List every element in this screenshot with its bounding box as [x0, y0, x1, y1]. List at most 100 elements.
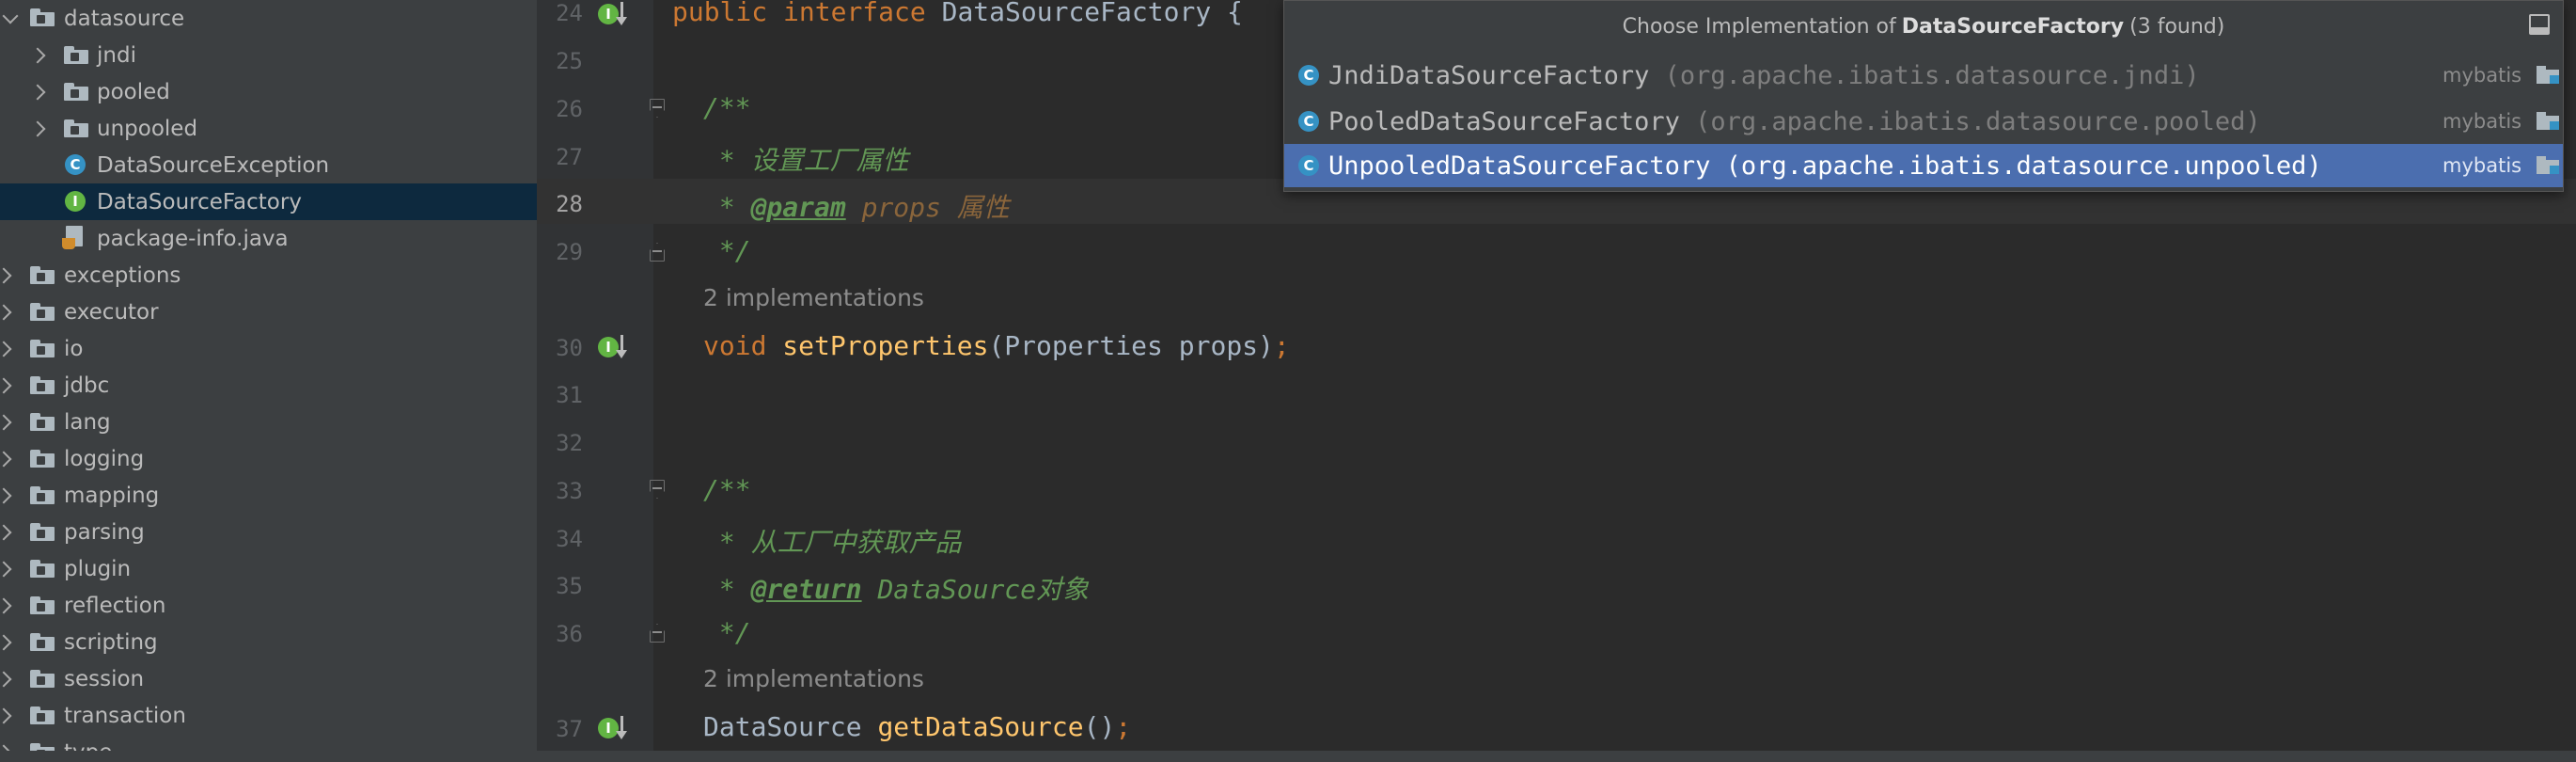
- tree-item-session[interactable]: session: [0, 660, 537, 697]
- tree-item-package-info[interactable]: package-info.java: [0, 220, 537, 257]
- chevron-right-icon[interactable]: [0, 304, 12, 321]
- module-name: mybatis: [2442, 64, 2522, 87]
- implementation-package: (org.apache.ibatis.datasource.pooled): [1695, 106, 2261, 136]
- tree-item-lang[interactable]: lang: [0, 404, 537, 440]
- method-args: (Properties props): [988, 330, 1274, 361]
- implementation-package: (org.apache.ibatis.datasource.jndi): [1664, 60, 2200, 90]
- class-icon: C: [1298, 155, 1319, 176]
- folder-icon: [30, 450, 55, 468]
- tree-item-logging[interactable]: logging: [0, 440, 537, 477]
- line-number: 37: [556, 716, 583, 742]
- implemented-icon[interactable]: I: [598, 333, 630, 363]
- chevron-right-icon[interactable]: [0, 597, 12, 614]
- tree-item-label: lang: [64, 409, 111, 435]
- tree-item-datasource[interactable]: datasource: [0, 0, 537, 37]
- popup-title: Choose Implementation of DataSourceFacto…: [1284, 1, 2563, 52]
- tree-item-io[interactable]: io: [0, 330, 537, 367]
- doc-tag: @param: [750, 192, 846, 223]
- code-line-33: /**: [703, 474, 751, 505]
- tree-item-jndi[interactable]: jndi: [0, 37, 537, 73]
- tree-item-transaction[interactable]: transaction: [0, 697, 537, 734]
- line-number: 26: [556, 96, 583, 122]
- line-number: 31: [556, 382, 583, 408]
- tree-item-parsing[interactable]: parsing: [0, 514, 537, 550]
- folder-icon: [30, 376, 55, 394]
- line-number: 29: [556, 239, 583, 265]
- folder-icon: [30, 8, 55, 26]
- line-number: 34: [556, 526, 583, 552]
- tree-item-label: exceptions: [64, 262, 181, 288]
- chevron-right-icon[interactable]: [0, 341, 12, 357]
- bottom-divider: [0, 751, 2576, 762]
- implementation-item-unpooled[interactable]: C UnpooledDataSourceFactory (org.apache.…: [1284, 144, 2563, 187]
- chevron-right-icon[interactable]: [0, 487, 12, 504]
- semicolon: ;: [1273, 330, 1290, 361]
- line-number: 28: [556, 191, 583, 217]
- doc-text: DataSource对象: [861, 574, 1090, 605]
- implementations-hint[interactable]: 2 implementations: [703, 284, 924, 311]
- implemented-icon[interactable]: I: [598, 714, 630, 744]
- tree-item-pooled[interactable]: pooled: [0, 73, 537, 110]
- line-number: 33: [556, 478, 583, 504]
- doc-star: *: [703, 574, 751, 605]
- tree-item-exceptions[interactable]: exceptions: [0, 257, 537, 294]
- tree-item-label: unpooled: [97, 116, 198, 141]
- tree-item-jdbc[interactable]: jdbc: [0, 367, 537, 404]
- implementation-name: UnpooledDataSourceFactory: [1328, 151, 1711, 181]
- tree-item-label: jdbc: [64, 373, 110, 398]
- chevron-right-icon[interactable]: [0, 451, 12, 468]
- chevron-right-icon[interactable]: [0, 524, 12, 541]
- implementations-hint[interactable]: 2 implementations: [703, 665, 924, 692]
- module-folder-icon: [2537, 156, 2559, 174]
- folder-icon: [30, 340, 55, 357]
- pin-window-icon[interactable]: [2529, 14, 2550, 35]
- tree-item-scripting[interactable]: scripting: [0, 624, 537, 660]
- tree-item-datasourcefactory[interactable]: I DataSourceFactory: [0, 183, 537, 220]
- semicolon: ;: [1115, 711, 1132, 742]
- tree-item-datasourceexception[interactable]: C DataSourceException: [0, 147, 537, 183]
- chevron-right-icon[interactable]: [0, 377, 12, 394]
- folder-icon: [64, 83, 88, 101]
- chevron-right-icon[interactable]: [29, 84, 46, 101]
- tree-item-mapping[interactable]: mapping: [0, 477, 537, 514]
- code-line-26: /**: [703, 92, 751, 123]
- tree-item-executor[interactable]: executor: [0, 294, 537, 330]
- folder-icon: [30, 413, 55, 431]
- chevron-right-icon[interactable]: [29, 120, 46, 137]
- chevron-right-icon[interactable]: [0, 707, 12, 724]
- chevron-right-icon[interactable]: [0, 561, 12, 578]
- method-name: setProperties: [782, 330, 989, 361]
- code-line-24: public interface DataSourceFactory {: [672, 0, 1243, 27]
- chevron-down-icon[interactable]: [2, 8, 19, 24]
- keyword: void: [703, 330, 767, 361]
- tree-item-label: reflection: [64, 593, 166, 618]
- tree-item-label: jndi: [97, 42, 136, 68]
- chevron-right-icon[interactable]: [29, 47, 46, 64]
- implementation-item-jndi[interactable]: C JndiDataSourceFactory (org.apache.ibat…: [1284, 54, 2563, 97]
- folder-icon: [30, 266, 55, 284]
- chevron-right-icon[interactable]: [0, 671, 12, 688]
- implementation-item-pooled[interactable]: C PooledDataSourceFactory (org.apache.ib…: [1284, 100, 2563, 143]
- implemented-icon[interactable]: I: [598, 0, 630, 30]
- tree-item-unpooled[interactable]: unpooled: [0, 110, 537, 147]
- chevron-right-icon[interactable]: [0, 634, 12, 651]
- tree-item-plugin[interactable]: plugin: [0, 550, 537, 587]
- folder-icon: [30, 560, 55, 578]
- line-number: 27: [556, 144, 583, 170]
- chevron-right-icon[interactable]: [0, 414, 12, 431]
- tree-item-reflection[interactable]: reflection: [0, 587, 537, 624]
- tree-item-label: scripting: [64, 629, 158, 655]
- line-number: 30: [556, 335, 583, 361]
- folder-icon: [30, 303, 55, 321]
- tree-item-label: session: [64, 666, 145, 691]
- tree-item-label: logging: [64, 446, 145, 471]
- code-line-37: DataSource getDataSource();: [703, 711, 1131, 742]
- implementation-name: PooledDataSourceFactory: [1328, 106, 1680, 136]
- class-icon: C: [1298, 111, 1319, 132]
- module-name: mybatis: [2442, 154, 2522, 177]
- module-folder-icon: [2537, 112, 2559, 130]
- implementation-label: UnpooledDataSourceFactory (org.apache.ib…: [1328, 151, 2322, 181]
- folder-icon: [30, 670, 55, 688]
- tree-item-label: plugin: [64, 556, 132, 581]
- chevron-right-icon[interactable]: [0, 267, 12, 284]
